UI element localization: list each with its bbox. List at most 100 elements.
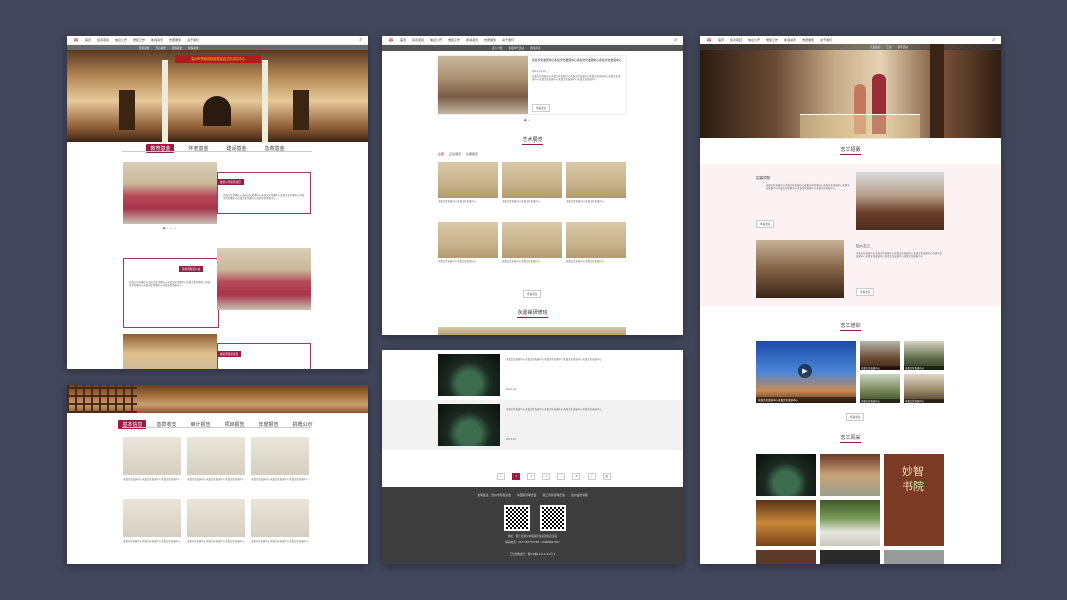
gallery-photo[interactable] <box>820 550 880 564</box>
footer-address: 地址：浙江省温州市瓯海区仙岩镇仙岩街道 <box>507 535 558 538</box>
exhibit-image <box>502 222 562 258</box>
nav-item[interactable]: 信息公开 <box>430 38 442 42</box>
nav-item[interactable]: 关于我们 <box>502 38 514 42</box>
project-card[interactable] <box>123 258 219 328</box>
news-row[interactable]: 永嘉文化发展中心永嘉文化发展中心永嘉文化发展中心永嘉文化发展中心永嘉文化发展中心… <box>382 350 683 400</box>
footer-links: 友情链接：温州市慈善总会 中国慈善联合会 浙江省慈善联合会 温州仙岩书院 <box>382 487 683 497</box>
gallery-photo[interactable] <box>884 550 944 564</box>
news-feature[interactable]: 永嘉文化发展中心永嘉文化发展中心永嘉文化发展中心永嘉文化发展中心 2021-01… <box>438 56 626 114</box>
page-prev[interactable]: < <box>497 473 505 480</box>
nav-item[interactable]: 党建工作 <box>766 38 778 42</box>
nav-item[interactable]: 志愿服务 <box>169 38 181 42</box>
logo-icon[interactable]: ✻ <box>706 37 712 44</box>
cert-card[interactable]: 永嘉文化发展中心永嘉文化发展中心永嘉文化发展中心 <box>123 437 181 493</box>
cert-card[interactable]: 永嘉文化发展中心永嘉文化发展中心永嘉文化发展中心 <box>251 499 309 555</box>
carousel-dots[interactable]: ● • <box>524 118 529 122</box>
nav-item[interactable]: 慈善项目 <box>97 38 109 42</box>
news-date: 2021-01 <box>506 388 516 391</box>
gallery-photo[interactable] <box>756 454 816 496</box>
footer-link[interactable]: 浙江省慈善联合会 <box>542 493 564 497</box>
page-button[interactable]: 8 <box>572 473 581 480</box>
more-button[interactable]: 查看更多 <box>756 220 775 228</box>
more-button[interactable]: 查看更多 <box>523 290 542 298</box>
news-row[interactable]: 永嘉文化发展中心永嘉文化发展中心永嘉文化发展中心永嘉文化发展中心永嘉文化发展中心… <box>382 400 683 450</box>
page-button[interactable]: 2 <box>527 473 536 480</box>
carousel-dots[interactable]: ● • • • • <box>163 226 177 230</box>
nav-item[interactable]: 新闻资讯 <box>466 38 478 42</box>
page-next[interactable]: > <box>587 473 596 480</box>
footer-link[interactable]: 中国慈善联合会 <box>517 493 537 497</box>
nav-item[interactable]: 志愿服务 <box>802 38 814 42</box>
logo-icon[interactable]: ✻ <box>388 37 394 44</box>
training-thumb[interactable]: 永嘉文化发展中心 <box>904 374 944 403</box>
logo-icon[interactable]: ✻ <box>73 37 79 44</box>
gallery-photo[interactable] <box>820 454 880 496</box>
search-icon[interactable]: ⌕ <box>674 37 677 43</box>
exhibit-caption: 永嘉文化发展中心永嘉文化发展中心 <box>566 200 605 203</box>
filter-bar: 全部 正在展览 往期展览 <box>438 152 478 156</box>
page-jump[interactable]: 跳 <box>602 473 611 480</box>
cert-card[interactable]: 永嘉文化发展中心永嘉文化发展中心永嘉文化发展中心 <box>123 499 181 555</box>
cert-caption: 永嘉文化发展中心永嘉文化发展中心永嘉文化发展中心 <box>187 540 245 543</box>
nav-item[interactable]: 党建工作 <box>448 38 460 42</box>
filter-current[interactable]: 正在展览 <box>449 152 461 156</box>
subnav-item[interactable]: 永嘉时代活动 <box>508 46 524 50</box>
subnav-item[interactable]: 新闻资讯 <box>530 46 540 50</box>
subnav-item[interactable]: 大美仙岩 <box>870 45 880 49</box>
exhibit-card[interactable]: 永嘉文化发展中心永嘉文化发展中心 <box>438 162 498 210</box>
subnav-item[interactable]: 研学活动 <box>898 45 908 49</box>
subnav-item[interactable]: 达人介绍 <box>492 46 502 50</box>
nav-item[interactable]: 慈善项目 <box>730 38 742 42</box>
cert-card[interactable]: 永嘉文化发展中心永嘉文化发展中心永嘉文化发展中心 <box>187 437 245 493</box>
footer-link[interactable]: 温州仙岩书院 <box>571 493 588 497</box>
nav-item[interactable]: 新闻资讯 <box>151 38 163 42</box>
exhibit-card[interactable]: 永嘉文化发展中心永嘉文化发展中心 <box>502 162 562 210</box>
page-button[interactable]: 3 <box>542 473 551 480</box>
search-icon[interactable]: ⌕ <box>359 37 362 43</box>
footer-link[interactable]: 友情链接：温州市慈善总会 <box>477 493 511 497</box>
subnav-item[interactable]: 工坊 <box>886 45 891 49</box>
more-button[interactable]: 查看更多 <box>532 104 551 112</box>
exhibit-card[interactable]: 永嘉文化发展中心永嘉文化发展中心 <box>566 162 626 210</box>
nav-item[interactable]: 关于我们 <box>820 38 832 42</box>
nav-item[interactable]: 首页 <box>718 38 724 42</box>
section-title: 志工风采 <box>840 435 861 443</box>
cert-card[interactable]: 永嘉文化发展中心永嘉文化发展中心永嘉文化发展中心 <box>187 499 245 555</box>
exhibit-caption: 永嘉文化发展中心永嘉文化发展中心 <box>438 260 477 263</box>
training-thumb[interactable]: 永嘉文化发展中心 <box>860 374 900 403</box>
exhibit-card[interactable]: 永嘉文化发展中心永嘉文化发展中心 <box>438 222 498 270</box>
more-button[interactable]: 查看更多 <box>846 413 865 421</box>
panel-volunteers: ✻ 首页 慈善项目 信息公开 党建工作 新闻资讯 志愿服务 关于我们 ⌕ 大美仙… <box>700 36 1001 564</box>
nav-item[interactable]: 新闻资讯 <box>784 38 796 42</box>
exhibit-image <box>566 222 626 258</box>
training-video[interactable]: ▶ 永嘉文化发展中心永嘉文化发展中心 <box>756 341 856 403</box>
more-button[interactable]: 查看更多 <box>856 288 875 296</box>
filter-past[interactable]: 往期展览 <box>466 152 478 156</box>
nav-item[interactable]: 关于我们 <box>187 38 199 42</box>
training-thumb[interactable]: 永嘉文化发展中心 <box>904 341 944 370</box>
recruit-heading: 招募须知 <box>756 176 771 180</box>
video-caption: 永嘉文化发展中心永嘉文化发展中心 <box>756 397 856 403</box>
gallery-photo[interactable]: 妙智书院 <box>884 454 944 546</box>
cert-card[interactable]: 永嘉文化发展中心永嘉文化发展中心永嘉文化发展中心 <box>251 437 309 493</box>
nav-item[interactable]: 志愿服务 <box>484 38 496 42</box>
nav-item[interactable]: 信息公开 <box>748 38 760 42</box>
nav-item[interactable]: 首页 <box>85 38 91 42</box>
exhibit-card[interactable]: 永嘉文化发展中心永嘉文化发展中心 <box>502 222 562 270</box>
nav-item[interactable]: 信息公开 <box>115 38 127 42</box>
filter-all[interactable]: 全部 <box>438 152 444 156</box>
gallery-photo[interactable] <box>756 550 816 564</box>
gallery-photo[interactable] <box>820 500 880 546</box>
nav-item[interactable]: 党建工作 <box>133 38 145 42</box>
search-icon[interactable]: ⌕ <box>992 37 995 43</box>
door-right <box>293 90 309 130</box>
training-thumb[interactable]: 永嘉文化发展中心 <box>860 341 900 370</box>
nav-item[interactable]: 首页 <box>400 38 406 42</box>
page-button[interactable]: 1 <box>512 473 521 480</box>
play-icon[interactable]: ▶ <box>798 364 812 378</box>
carved-pillar <box>930 44 944 138</box>
exhibit-card[interactable]: 永嘉文化发展中心永嘉文化发展中心 <box>566 222 626 270</box>
nav-item[interactable]: 慈善项目 <box>412 38 424 42</box>
cert-image <box>123 437 181 475</box>
gallery-photo[interactable] <box>756 500 816 546</box>
